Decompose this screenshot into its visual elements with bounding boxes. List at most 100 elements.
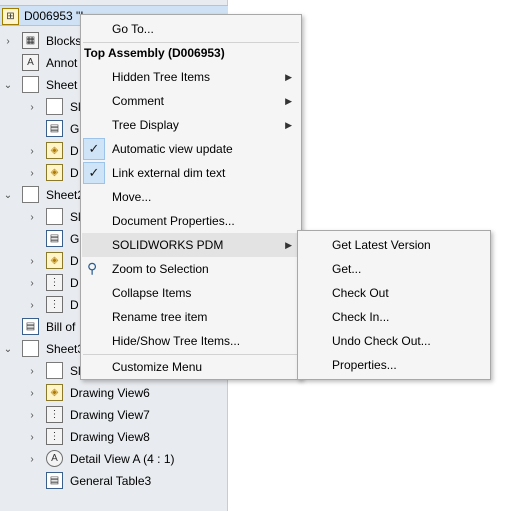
- menu-item-label: Go To...: [112, 22, 154, 36]
- menu-item-label: Rename tree item: [112, 310, 208, 324]
- menu-item-move[interactable]: Move...: [82, 185, 300, 209]
- menu-item-document-properties[interactable]: Document Properties...: [82, 209, 300, 233]
- menu-item-label: Link external dim text: [112, 166, 226, 180]
- tree-item-label: Blocks: [46, 34, 82, 48]
- menu-item-automatic-view-update[interactable]: ✓ Automatic view update: [82, 137, 300, 161]
- submenu-item-get[interactable]: Get...: [299, 257, 489, 281]
- tree-item-label: Drawing View6: [70, 386, 150, 400]
- menu-item-label: Hidden Tree Items: [112, 70, 211, 84]
- submenu-item-properties[interactable]: Properties...: [299, 353, 489, 377]
- collapse-chevron-icon[interactable]: ⌄: [2, 80, 14, 91]
- menu-item-label: Check In...: [332, 310, 390, 324]
- submenu-arrow-icon: ▶: [285, 71, 292, 82]
- menu-item-label: Comment: [112, 94, 165, 108]
- detail-view-icon: A: [46, 450, 63, 467]
- context-menu: Go To... Top Assembly (D006953) Hidden T…: [80, 14, 302, 380]
- menu-section-header: Top Assembly (D006953): [82, 41, 300, 65]
- checkmark-icon: ✓: [83, 162, 105, 184]
- menu-item-label: Hide/Show Tree Items...: [112, 334, 241, 348]
- menu-item-label: Get Latest Version: [332, 238, 431, 252]
- expand-chevron-icon[interactable]: ›: [26, 366, 38, 377]
- tree-item-label: D: [70, 144, 79, 158]
- drawing-view-icon: ◈: [46, 164, 63, 181]
- block-icon: ▦: [22, 32, 39, 49]
- sheet-format-icon: [46, 208, 63, 225]
- expand-chevron-icon[interactable]: ›: [2, 36, 14, 47]
- menu-item-zoom-to-selection[interactable]: ⚲ Zoom to Selection: [82, 257, 300, 281]
- drawing-view-icon: ◈: [46, 142, 63, 159]
- menu-item-label: Customize Menu: [112, 360, 203, 374]
- expand-chevron-icon[interactable]: ›: [26, 278, 38, 289]
- expand-chevron-icon[interactable]: ›: [26, 146, 38, 157]
- tree-item-drawing-view8[interactable]: › ⋮ Drawing View8: [0, 426, 228, 448]
- table-icon: ▤: [46, 230, 63, 247]
- tree-item-label: D: [70, 166, 79, 180]
- zoom-icon: ⚲: [87, 260, 98, 276]
- bom-icon: ▤: [22, 318, 39, 335]
- sheet-format-icon: [46, 362, 63, 379]
- tree-item-label: Drawing View7: [70, 408, 150, 422]
- menu-item-label: Collapse Items: [112, 286, 192, 300]
- collapse-chevron-icon[interactable]: ⌄: [2, 344, 14, 355]
- expand-chevron-icon[interactable]: ›: [26, 300, 38, 311]
- tree-item-label: Sheet2: [46, 188, 85, 202]
- menu-item-link-external-dim-text[interactable]: ✓ Link external dim text: [82, 161, 300, 185]
- menu-item-label: Document Properties...: [112, 214, 235, 228]
- collapse-chevron-icon[interactable]: ⌄: [2, 190, 14, 201]
- menu-item-collapse-items[interactable]: Collapse Items: [82, 281, 300, 305]
- menu-item-label: Properties...: [332, 358, 397, 372]
- menu-item-hidden-tree-items[interactable]: Hidden Tree Items ▶: [82, 65, 300, 89]
- menu-item-rename-tree-item[interactable]: Rename tree item: [82, 305, 300, 329]
- submenu-arrow-icon: ▶: [285, 119, 292, 130]
- sheet-icon: [22, 76, 39, 93]
- pdm-submenu: Get Latest Version Get... Check Out Chec…: [297, 230, 491, 380]
- tree-item-label: D: [70, 276, 79, 290]
- tree-item-label: Detail View A (4 : 1): [70, 452, 175, 466]
- tree-item-drawing-view7[interactable]: › ⋮ Drawing View7: [0, 404, 228, 426]
- menu-item-hide-show-tree-items[interactable]: Hide/Show Tree Items...: [82, 329, 300, 353]
- expand-chevron-icon[interactable]: ›: [26, 410, 38, 421]
- expand-chevron-icon[interactable]: ›: [26, 454, 38, 465]
- menu-item-label: Zoom to Selection: [112, 262, 209, 276]
- expand-chevron-icon[interactable]: ›: [26, 168, 38, 179]
- submenu-arrow-icon: ▶: [285, 95, 292, 106]
- menu-item-comment[interactable]: Comment ▶: [82, 89, 300, 113]
- expand-chevron-icon[interactable]: ›: [26, 212, 38, 223]
- submenu-item-check-in[interactable]: Check In...: [299, 305, 489, 329]
- submenu-item-get-latest-version[interactable]: Get Latest Version: [299, 233, 489, 257]
- tree-item-general-table3[interactable]: ▤ General Table3: [0, 470, 228, 492]
- tree-item-label: General Table3: [70, 474, 152, 488]
- tree-item-label: G: [70, 232, 80, 246]
- menu-item-solidworks-pdm[interactable]: SOLIDWORKS PDM ▶: [82, 233, 300, 257]
- menu-item-label: Get...: [332, 262, 362, 276]
- menu-item-label: Undo Check Out...: [332, 334, 431, 348]
- menu-item-tree-display[interactable]: Tree Display ▶: [82, 113, 300, 137]
- tree-item-label: D: [70, 254, 79, 268]
- tree-item-label: G: [70, 122, 80, 136]
- drawing-view-icon: ⋮: [46, 274, 63, 291]
- tree-item-drawing-view6[interactable]: › ◈ Drawing View6: [0, 382, 228, 404]
- expand-chevron-icon[interactable]: ›: [26, 256, 38, 267]
- expand-chevron-icon[interactable]: ›: [26, 102, 38, 113]
- table-icon: ▤: [46, 472, 63, 489]
- tree-item-label: Annot: [46, 56, 78, 70]
- tree-item-label: Sheet3: [46, 342, 85, 356]
- assembly-drawing-icon: ⊞: [2, 8, 19, 25]
- submenu-item-check-out[interactable]: Check Out: [299, 281, 489, 305]
- drawing-view-icon: ⋮: [46, 296, 63, 313]
- tree-item-detail-view[interactable]: › A Detail View A (4 : 1): [0, 448, 228, 470]
- menu-item-go-to[interactable]: Go To...: [82, 17, 300, 41]
- tree-root-label: D006953 "I: [24, 9, 84, 23]
- submenu-item-undo-check-out[interactable]: Undo Check Out...: [299, 329, 489, 353]
- menu-item-label: Move...: [112, 190, 152, 204]
- expand-chevron-icon[interactable]: ›: [26, 388, 38, 399]
- menu-item-label: Check Out: [332, 286, 389, 300]
- drawing-view-icon: ◈: [46, 252, 63, 269]
- menu-item-customize-menu[interactable]: Customize Menu: [82, 355, 300, 379]
- checkmark-icon: ✓: [83, 138, 105, 160]
- table-icon: ▤: [46, 120, 63, 137]
- sheet-format-icon: [46, 98, 63, 115]
- expand-chevron-icon[interactable]: ›: [26, 432, 38, 443]
- tree-item-label: Drawing View8: [70, 430, 150, 444]
- drawing-view-icon: ⋮: [46, 428, 63, 445]
